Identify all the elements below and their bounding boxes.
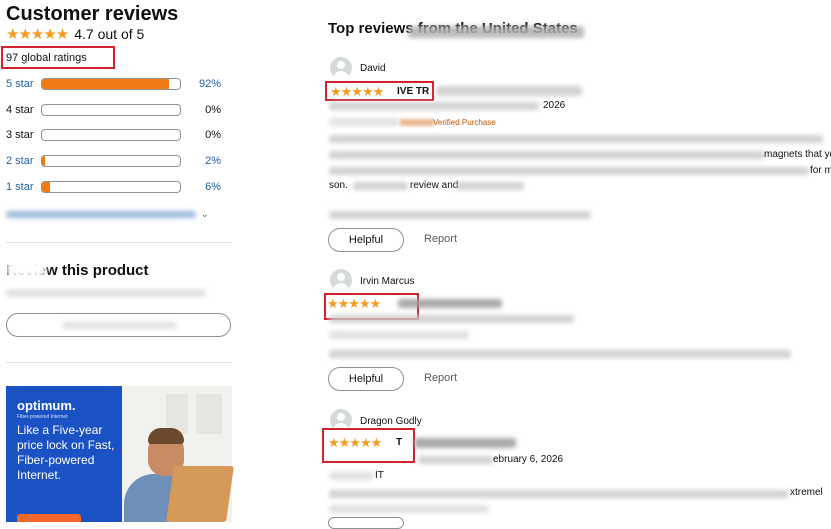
ad-window [196, 394, 222, 434]
verified-badge-blurred [400, 119, 434, 126]
ad-person-hair [148, 428, 184, 444]
highlight-box-rating [325, 81, 434, 101]
helpful-button[interactable]: Helpful [328, 367, 404, 391]
histogram-fill [42, 79, 169, 89]
reviewer-avatar-icon [330, 269, 352, 291]
histogram-bar [41, 129, 181, 141]
report-link[interactable]: Report [424, 233, 457, 245]
histogram-row-2-star[interactable]: 2 star 2% [6, 154, 221, 168]
average-rating: ★★★★★ 4.7 out of 5 [6, 25, 144, 43]
heading-blurred-part [408, 26, 584, 38]
review-body-line-blurred [329, 211, 591, 219]
histogram-percent[interactable]: 6% [181, 181, 221, 193]
share-thoughts-blurred [6, 289, 206, 297]
ad-laptop [166, 466, 234, 522]
review-body-text: son. [329, 180, 348, 191]
review-date: ebruary 6, 2026 [493, 454, 564, 465]
ratings-calculation-link-blurred[interactable] [6, 211, 196, 218]
helpful-button[interactable]: Helpful [328, 228, 404, 252]
heading-blur-patch [6, 261, 46, 277]
reviewer-name[interactable]: Dragon Godly [360, 416, 422, 427]
reviewer-name[interactable]: David [360, 63, 386, 74]
review-title-blurred [414, 438, 516, 448]
review-body-text: xtremel [790, 487, 823, 498]
review-body-line-blurred [353, 182, 408, 190]
histogram-percent: 0% [205, 129, 221, 141]
histogram-bar [41, 104, 181, 116]
average-rating-text: 4.7 out of 5 [74, 26, 145, 42]
review-date-blurred [329, 102, 539, 110]
review-body-text: for my [810, 165, 831, 176]
histogram-label: 4 star [6, 104, 34, 116]
histogram-bar [41, 181, 181, 193]
helpful-button[interactable] [328, 517, 404, 529]
review-body-line-blurred [329, 350, 791, 358]
histogram-row-5-star[interactable]: 5 star 92% [6, 77, 221, 91]
histogram-fill [42, 182, 51, 192]
ad-cta-button[interactable] [17, 514, 81, 522]
histogram-label[interactable]: 5 star [6, 78, 40, 90]
global-ratings-count: 97 global ratings [6, 52, 87, 64]
histogram-fill [42, 156, 45, 166]
review-body-line-blurred [329, 490, 789, 498]
histogram-bar [41, 78, 181, 90]
review-body-line-blurred [329, 135, 823, 143]
histogram-percent[interactable]: 2% [181, 155, 221, 167]
ad-headline: Like a Five-year price lock on Fast, Fib… [17, 423, 115, 482]
histogram-percent[interactable]: 92% [181, 78, 221, 90]
histogram-row-1-star[interactable]: 1 star 6% [6, 180, 221, 194]
histogram-label[interactable]: 2 star [6, 155, 40, 167]
review-date-blurred [418, 456, 493, 464]
histogram-label[interactable]: 1 star [6, 181, 40, 193]
review-body-line-blurred [329, 151, 765, 159]
review-format-blurred [329, 472, 374, 480]
histogram-label: 3 star [6, 129, 34, 141]
chevron-down-icon[interactable]: ⌄ [201, 209, 209, 220]
reviewer-name[interactable]: Irvin Marcus [360, 276, 414, 287]
review-body-line-blurred [456, 182, 524, 190]
customer-reviews-heading: Customer reviews [6, 3, 179, 25]
section-divider [6, 242, 232, 243]
review-date-blurred [329, 315, 574, 323]
reviewer-avatar-icon [330, 57, 352, 79]
verified-purchase-badge: Verified Purchase [433, 118, 496, 127]
review-format-blurred [329, 331, 469, 339]
highlight-box-rating [322, 428, 415, 463]
review-body-line-blurred [329, 505, 489, 513]
report-link[interactable]: Report [424, 372, 457, 384]
histogram-percent: 0% [205, 104, 221, 116]
review-body-text: review and [410, 180, 459, 191]
write-review-button[interactable] [6, 313, 231, 337]
review-format-blurred [329, 118, 399, 126]
write-review-label-blurred [62, 322, 177, 329]
review-date: 2026 [543, 100, 566, 111]
histogram-row-3-star[interactable]: 3 star 0% [6, 128, 221, 142]
review-title-blurred [436, 86, 582, 96]
histogram-row-4-star[interactable]: 4 star 0% [6, 103, 221, 117]
review-body-text: magnets that you [764, 149, 831, 160]
rating-stars-icon: ★★★★★ [6, 26, 69, 43]
histogram-bar [41, 155, 181, 167]
review-format-text: IT [375, 470, 384, 481]
review-title-blurred [398, 299, 502, 308]
section-divider [6, 362, 232, 363]
ad-brand-logo: optimum. [17, 398, 76, 413]
review-body-line-blurred [329, 167, 809, 175]
ad-brand-subtitle: Fiber-powered Internet [17, 414, 68, 420]
